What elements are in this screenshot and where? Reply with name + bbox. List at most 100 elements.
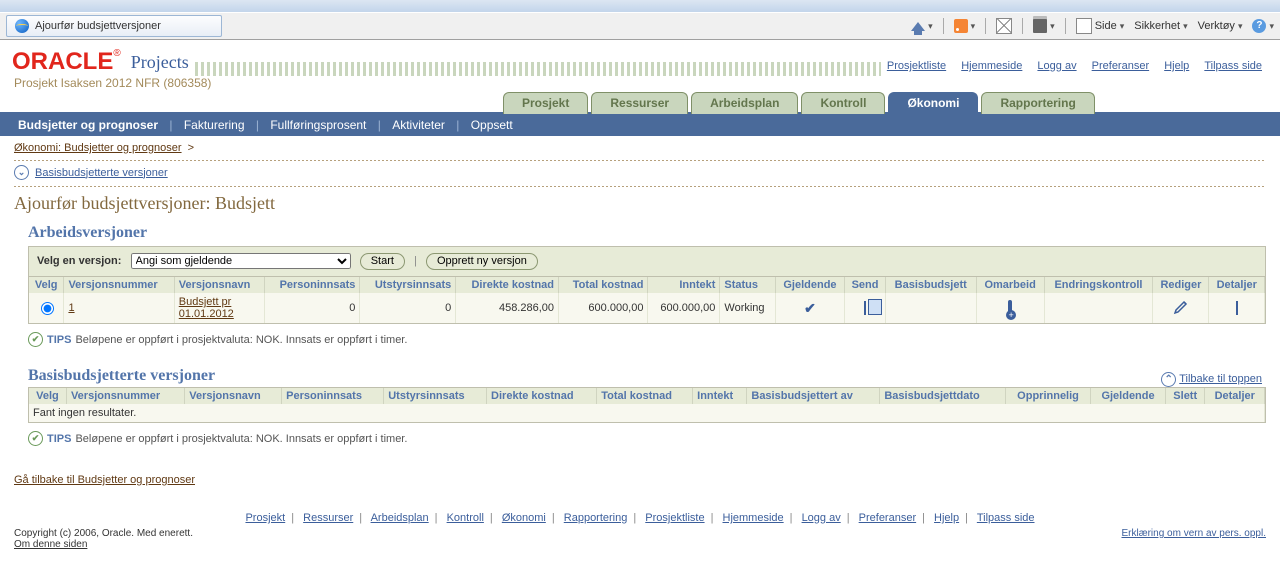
footer-link[interactable]: Prosjektliste bbox=[645, 512, 704, 524]
subnav-item[interactable]: Aktiviteter bbox=[392, 118, 445, 132]
breadcrumb: Økonomi: Budsjetter og prognoser > bbox=[14, 138, 1266, 158]
footer-link[interactable]: Logg av bbox=[802, 512, 841, 524]
page-title: Ajourfør budsjettversjoner: Budsjett bbox=[14, 193, 1266, 214]
col-status: Status bbox=[720, 277, 775, 293]
select-version[interactable]: Angi som gjeldende bbox=[131, 253, 351, 269]
footer-link[interactable]: Arbeidsplan bbox=[371, 512, 429, 524]
tools-menu[interactable]: Verktøy▾ bbox=[1198, 20, 1243, 32]
section-work-versions: Arbeidsversjoner bbox=[28, 224, 1266, 242]
copyright-text: Copyright (c) 2006, Oracle. Med enerett. bbox=[14, 528, 193, 539]
col-endringskontroll: Endringskontroll bbox=[1044, 277, 1153, 293]
global-link[interactable]: Hjelp bbox=[1164, 60, 1189, 72]
select-radio[interactable] bbox=[41, 302, 54, 315]
back-link[interactable]: Gå tilbake til Budsjetter og prognoser bbox=[14, 474, 195, 486]
col-send: Send bbox=[845, 277, 885, 293]
tab-rapportering[interactable]: Rapportering bbox=[981, 92, 1094, 114]
expand-icon[interactable]: ⌃ bbox=[1161, 372, 1176, 387]
rss-menu[interactable]: ▾ bbox=[954, 19, 976, 33]
version-number-link[interactable]: 1 bbox=[68, 302, 74, 314]
tip-text: Beløpene er oppført i prosjektvaluta: NO… bbox=[75, 433, 407, 445]
rss-icon bbox=[954, 19, 968, 33]
help-menu[interactable]: ?▾ bbox=[1252, 19, 1274, 33]
footer-link[interactable]: Økonomi bbox=[502, 512, 546, 524]
mail-button[interactable] bbox=[996, 18, 1012, 34]
help-icon: ? bbox=[1252, 19, 1266, 33]
global-link[interactable]: Preferanser bbox=[1092, 60, 1149, 72]
col-detaljer: Detaljer bbox=[1209, 277, 1265, 293]
global-link[interactable]: Prosjektliste bbox=[887, 60, 946, 72]
footer-link[interactable]: Ressurser bbox=[303, 512, 353, 524]
footer-link[interactable]: Hjemmeside bbox=[723, 512, 784, 524]
cell-equip: 0 bbox=[360, 293, 456, 323]
col-utstyrsinnsats: Utstyrsinnsats bbox=[360, 277, 456, 293]
collapse-link[interactable]: Basisbudsjetterte versjoner bbox=[35, 167, 168, 179]
tab-prosjekt[interactable]: Prosjekt bbox=[503, 92, 588, 114]
oracle-logo: ORACLE® Projects bbox=[12, 48, 189, 76]
footer-link[interactable]: Kontroll bbox=[447, 512, 484, 524]
about-page-link[interactable]: Om denne siden bbox=[14, 539, 87, 550]
subnav-item[interactable]: Fakturering bbox=[184, 118, 245, 132]
tip-label: TIPS bbox=[47, 433, 71, 445]
home-icon bbox=[911, 22, 925, 31]
footer-link[interactable]: Tilpass side bbox=[977, 512, 1035, 524]
tab-ressurser[interactable]: Ressurser bbox=[591, 92, 688, 114]
project-subtitle: Prosjekt Isaksen 2012 NFR (806358) bbox=[0, 76, 1280, 92]
page-menu[interactable]: Side▾ bbox=[1076, 18, 1125, 34]
back-to-top-link[interactable]: Tilbake til toppen bbox=[1179, 373, 1262, 385]
global-link[interactable]: Logg av bbox=[1037, 60, 1076, 72]
details-icon bbox=[1236, 301, 1238, 315]
col-omarbeid: Omarbeid bbox=[976, 277, 1044, 293]
tab-arbeidsplan[interactable]: Arbeidsplan bbox=[691, 92, 798, 114]
tab-title: Ajourfør budsjettversjoner bbox=[35, 20, 161, 32]
details-action[interactable] bbox=[1209, 293, 1265, 323]
send-action[interactable] bbox=[845, 293, 885, 323]
cell-direct: 458.286,00 bbox=[456, 293, 559, 323]
work-versions-table: Velg Versjonsnummer Versjonsnavn Personi… bbox=[29, 277, 1265, 323]
edit-action[interactable] bbox=[1153, 293, 1209, 323]
chevron-down-icon: ▾ bbox=[1050, 21, 1055, 32]
tip-icon: ✔ bbox=[28, 332, 43, 347]
start-button[interactable]: Start bbox=[360, 253, 405, 270]
product-name: Projects bbox=[131, 52, 189, 73]
rework-icon bbox=[1008, 300, 1012, 316]
footer-link[interactable]: Hjelp bbox=[934, 512, 959, 524]
col-velg: Velg bbox=[29, 277, 64, 293]
subnav-item[interactable]: Budsjetter og prognoser bbox=[18, 118, 158, 132]
global-links: Prosjektliste Hjemmeside Logg av Prefera… bbox=[881, 60, 1268, 76]
col-versjonsnummer: Versjonsnummer bbox=[64, 277, 174, 293]
main-tabs: Prosjekt Ressurser Arbeidsplan Kontroll … bbox=[0, 92, 1280, 114]
print-icon bbox=[1033, 19, 1047, 33]
page-icon bbox=[1076, 18, 1092, 34]
collapse-icon[interactable]: ⌄ bbox=[14, 165, 29, 180]
footer-link[interactable]: Preferanser bbox=[859, 512, 916, 524]
tab-okonomi[interactable]: Økonomi bbox=[888, 92, 978, 114]
col-rediger: Rediger bbox=[1153, 277, 1209, 293]
security-menu[interactable]: Sikkerhet▾ bbox=[1134, 20, 1187, 32]
col-personinnsats: Personinnsats bbox=[265, 277, 360, 293]
browser-tab[interactable]: Ajourfør budsjettversjoner bbox=[6, 15, 222, 37]
subnav: Budsjetter og prognoser | Fakturering | … bbox=[0, 114, 1280, 136]
chevron-down-icon: ▾ bbox=[1269, 21, 1274, 32]
col-basisbudsjett: Basisbudsjett bbox=[885, 277, 976, 293]
check-icon: ✔ bbox=[804, 300, 816, 316]
home-menu[interactable]: ▾ bbox=[911, 21, 933, 32]
global-link[interactable]: Tilpass side bbox=[1204, 60, 1262, 72]
footer-link[interactable]: Rapportering bbox=[564, 512, 628, 524]
rework-action[interactable] bbox=[976, 293, 1044, 323]
cell-person: 0 bbox=[265, 293, 360, 323]
print-menu[interactable]: ▾ bbox=[1033, 19, 1055, 33]
version-name-link[interactable]: Budsjett pr01.01.2012 bbox=[179, 296, 234, 320]
cell-income: 600.000,00 bbox=[648, 293, 720, 323]
chevron-down-icon: ▾ bbox=[1183, 21, 1188, 32]
create-version-button[interactable]: Opprett ny versjon bbox=[426, 253, 538, 270]
privacy-link[interactable]: Erklæring om vern av pers. oppl. bbox=[1121, 528, 1266, 539]
footer-link[interactable]: Prosjekt bbox=[245, 512, 285, 524]
breadcrumb-link[interactable]: Økonomi: Budsjetter og prognoser bbox=[14, 142, 182, 154]
tip-icon: ✔ bbox=[28, 431, 43, 446]
subnav-item[interactable]: Fullføringsprosent bbox=[270, 118, 366, 132]
tab-kontroll[interactable]: Kontroll bbox=[801, 92, 885, 114]
chevron-down-icon: ▾ bbox=[928, 21, 933, 32]
col-total-kostnad: Total kostnad bbox=[559, 277, 648, 293]
global-link[interactable]: Hjemmeside bbox=[961, 60, 1022, 72]
subnav-item[interactable]: Oppsett bbox=[471, 118, 513, 132]
